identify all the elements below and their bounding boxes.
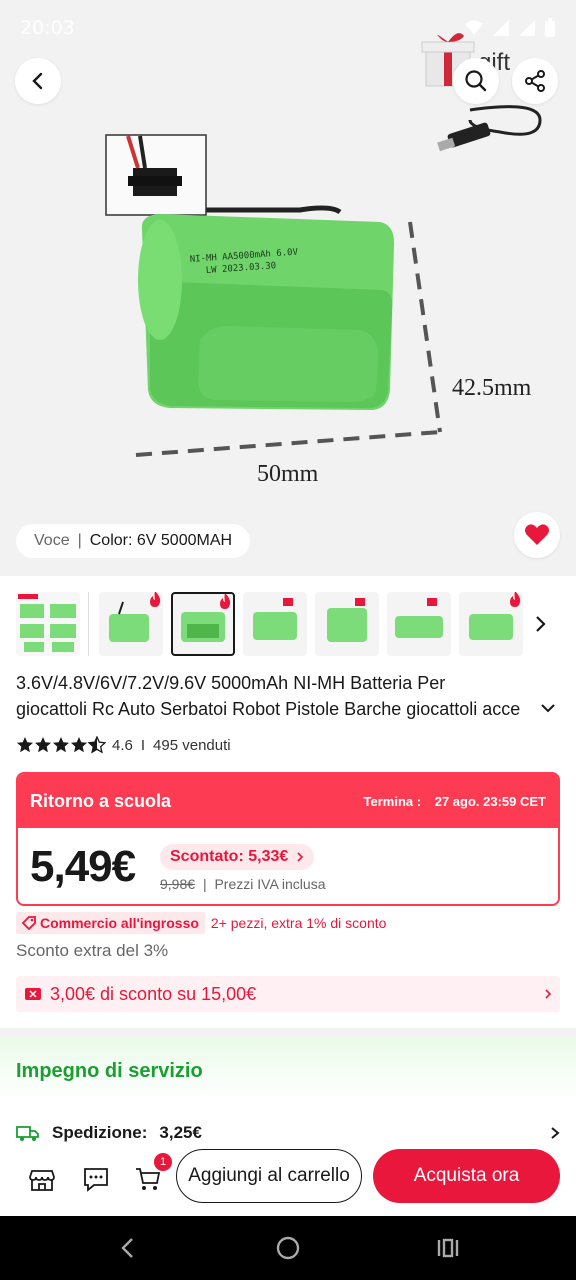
wishlist-button[interactable] — [514, 512, 560, 558]
thumbnail-1[interactable] — [16, 592, 80, 656]
wifi-icon — [465, 20, 483, 35]
signal-2-icon — [519, 20, 535, 36]
thumbnail-6[interactable] — [387, 592, 451, 656]
system-navigation-bar — [0, 1216, 576, 1280]
promo-header: Ritorno a scuola Termina : 27 ago. 23:59… — [18, 774, 558, 828]
wholesale-row[interactable]: Commercio all'ingrosso 2+ pezzi, extra 1… — [16, 912, 386, 934]
coupon-text: 3,00€ di sconto su 15,00€ — [50, 983, 257, 1004]
thumbnail-2[interactable] — [99, 592, 163, 656]
home-circle-icon — [276, 1236, 300, 1260]
battery-icon — [545, 18, 555, 37]
variant-separator: | — [77, 532, 82, 549]
search-button[interactable] — [453, 58, 499, 104]
chevron-right-icon — [545, 989, 552, 999]
thumbnail-image — [253, 598, 297, 640]
original-price-row: 9,98€ | Prezzi IVA inclusa — [160, 876, 326, 892]
back-button[interactable] — [15, 58, 61, 104]
vat-note: Prezzi IVA inclusa — [214, 876, 326, 892]
original-price: 9,98€ — [160, 876, 196, 892]
thumbnail-7[interactable] — [459, 592, 523, 656]
thumbnails-next-button[interactable] — [530, 612, 550, 636]
thumbnail-3-selected[interactable] — [171, 592, 235, 656]
buy-now-button[interactable]: Acquista ora — [373, 1149, 560, 1203]
share-icon — [525, 70, 545, 92]
section-divider — [0, 1028, 576, 1038]
chat-button[interactable] — [78, 1161, 114, 1197]
bottom-action-bar: 1 Aggiungi al carrello Acquista ora — [0, 1143, 576, 1216]
chevron-right-icon — [551, 1127, 560, 1139]
discount-text: Scontato: 5,33€ — [170, 848, 289, 865]
coupon-row[interactable]: 3,00€ di sconto su 15,00€ — [16, 976, 560, 1012]
thumbnail-4[interactable] — [243, 592, 307, 656]
promo-name: Ritorno a scuola — [30, 790, 172, 811]
status-bar: 20:03 — [20, 16, 556, 40]
nav-home-button[interactable] — [272, 1232, 304, 1264]
signal-icon — [493, 20, 509, 36]
store-button[interactable] — [24, 1161, 60, 1197]
tag-icon — [22, 916, 36, 930]
rating-row[interactable]: 4.6 I 495 venduti — [16, 734, 231, 756]
thumbnail-image — [18, 594, 76, 652]
nav-recents-button[interactable] — [432, 1232, 464, 1264]
discount-badge[interactable]: Scontato: 5,33€ — [160, 844, 315, 870]
product-title-line2: giocattoli Rc Auto Serbatoi Robot Pistol… — [16, 699, 521, 719]
cart-count-badge: 1 — [154, 1153, 172, 1171]
shipping-label: Spedizione: — [52, 1123, 148, 1142]
search-icon — [465, 70, 487, 92]
status-time: 20:03 — [20, 17, 75, 39]
recents-icon — [437, 1238, 459, 1258]
thumbnail-image — [395, 598, 443, 638]
product-title[interactable]: 3.6V/4.8V/6V/7.2V/9.6V 5000mAh NI-MH Bat… — [16, 670, 546, 722]
hot-icon — [510, 592, 521, 607]
variant-label: Voce — [34, 532, 70, 549]
hot-icon — [150, 592, 161, 607]
back-arrow-icon — [121, 1238, 133, 1258]
cart-button[interactable]: 1 — [130, 1153, 172, 1197]
rating-value: 4.6 — [112, 736, 133, 754]
service-title: Impegno di servizio — [16, 1060, 203, 1082]
promo-end-label: Termina : — [363, 793, 422, 809]
chat-icon — [84, 1168, 108, 1192]
chevron-left-icon — [32, 72, 43, 90]
variant-selector[interactable]: Voce | Color: 6V 5000MAH — [16, 524, 251, 558]
promo-end: Termina : 27 ago. 23:59 CET — [364, 794, 546, 809]
rating-separator: I — [140, 736, 146, 754]
thumbnail-image — [327, 598, 367, 642]
add-to-cart-button[interactable]: Aggiungi al carrello — [176, 1149, 362, 1203]
rating-stars-icon — [17, 736, 106, 754]
wholesale-badge-label: Commercio all'ingrosso — [40, 915, 199, 931]
heart-icon — [525, 524, 549, 545]
truck-icon — [16, 1126, 39, 1141]
store-icon — [29, 1170, 55, 1191]
nav-back-button[interactable] — [112, 1232, 144, 1264]
thumbnail-5[interactable] — [315, 592, 379, 656]
dimension-height-label: 42.5mm — [452, 375, 532, 401]
extra-discount: Sconto extra del 3% — [16, 941, 169, 960]
thumbnail-divider — [88, 592, 89, 656]
hot-icon — [220, 594, 231, 609]
chevron-right-icon — [297, 852, 304, 862]
wholesale-badge: Commercio all'ingrosso — [16, 912, 205, 934]
thumbnail-strip — [0, 588, 576, 658]
product-image-gallery[interactable]: NI-MH AA5000mAh 6.0V LW 2023.03.30 42.5m… — [0, 0, 576, 576]
dimension-width-label: 50mm — [257, 461, 319, 487]
variant-value: Color: 6V 5000MAH — [89, 532, 233, 549]
wholesale-text: 2+ pezzi, extra 1% di sconto — [210, 915, 387, 931]
status-icons — [464, 18, 556, 38]
chevron-right-icon — [536, 616, 546, 632]
chevron-down-icon[interactable] — [540, 702, 556, 714]
sold-count: 495 venduti — [153, 736, 231, 754]
promo-end-value: 27 ago. 23:59 CET — [434, 793, 546, 809]
coupon-icon — [25, 988, 41, 1000]
shipping-value: 3,25€ — [159, 1123, 202, 1142]
current-price: 5,49€ — [30, 842, 136, 891]
share-button[interactable] — [512, 58, 558, 104]
product-page: NI-MH AA5000mAh 6.0V LW 2023.03.30 42.5m… — [0, 0, 576, 1280]
product-title-line1: 3.6V/4.8V/6V/7.2V/9.6V 5000mAh NI-MH Bat… — [16, 673, 446, 693]
promo-card: Ritorno a scuola Termina : 27 ago. 23:59… — [16, 772, 560, 906]
